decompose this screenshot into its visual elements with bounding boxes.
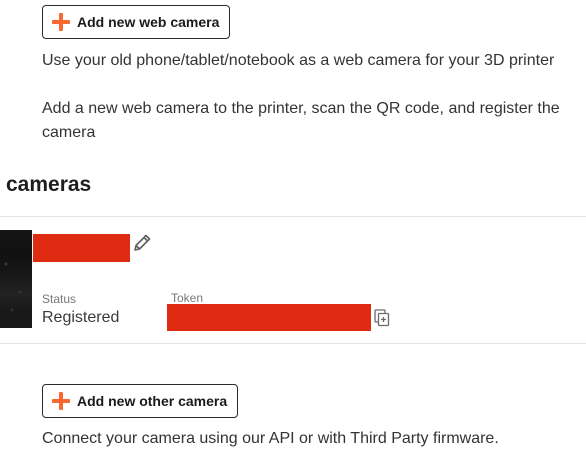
camera-thumbnail[interactable] <box>0 230 32 328</box>
camera-settings-page: Add new web camera Use your old phone/ta… <box>0 0 586 457</box>
token-label: Token <box>171 291 204 305</box>
web-camera-description-1: Use your old phone/tablet/notebook as a … <box>42 52 555 69</box>
plus-icon <box>52 13 70 31</box>
add-other-camera-label: Add new other camera <box>77 393 228 409</box>
web-camera-description-2: Add a new web camera to the printer, sca… <box>42 100 560 141</box>
add-web-camera-button[interactable]: Add new web camera <box>42 5 231 39</box>
add-web-camera-label: Add new web camera <box>77 14 220 30</box>
copy-icon[interactable] <box>374 309 390 327</box>
camera-name-redacted <box>33 234 130 262</box>
pencil-icon[interactable] <box>131 232 153 254</box>
token-value-redacted <box>167 304 371 331</box>
status-value: Registered <box>42 309 120 326</box>
divider <box>0 343 586 344</box>
divider <box>0 216 586 217</box>
add-other-camera-button[interactable]: Add new other camera <box>42 384 239 418</box>
cameras-section-title: cameras <box>6 173 92 196</box>
other-camera-description: Connect your camera using our API or wit… <box>42 430 499 447</box>
status-label: Status <box>42 292 77 306</box>
plus-icon <box>52 392 70 410</box>
